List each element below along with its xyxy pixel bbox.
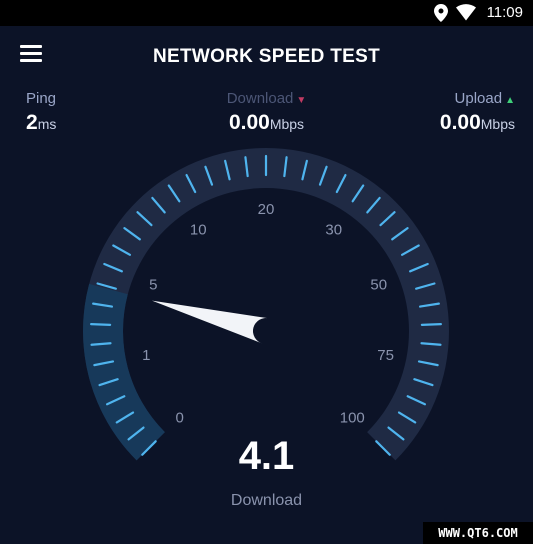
gauge-scale-label: 10 (190, 222, 207, 239)
gauge-scale-label: 5 (149, 276, 157, 293)
gauge-tick (90, 342, 112, 346)
gauge-scale-label: 50 (370, 276, 387, 293)
gauge-scale-label: 20 (258, 201, 275, 218)
watermark: WWW.QT6.COM (423, 522, 533, 544)
gauge-tick (420, 323, 442, 326)
gauge-scale-label: 30 (325, 222, 342, 239)
gauge-tick (420, 342, 442, 346)
gauge-scale-label: 75 (377, 347, 394, 364)
gauge-scale-label: 100 (340, 409, 365, 426)
reading-label: Download (230, 492, 303, 509)
gauge-scale-label: 0 (176, 409, 184, 426)
speed-reading: 4.1 (238, 434, 295, 478)
gauge-scale-label: 1 (142, 347, 150, 364)
gauge-needle (151, 300, 270, 344)
gauge-tick (90, 323, 112, 326)
